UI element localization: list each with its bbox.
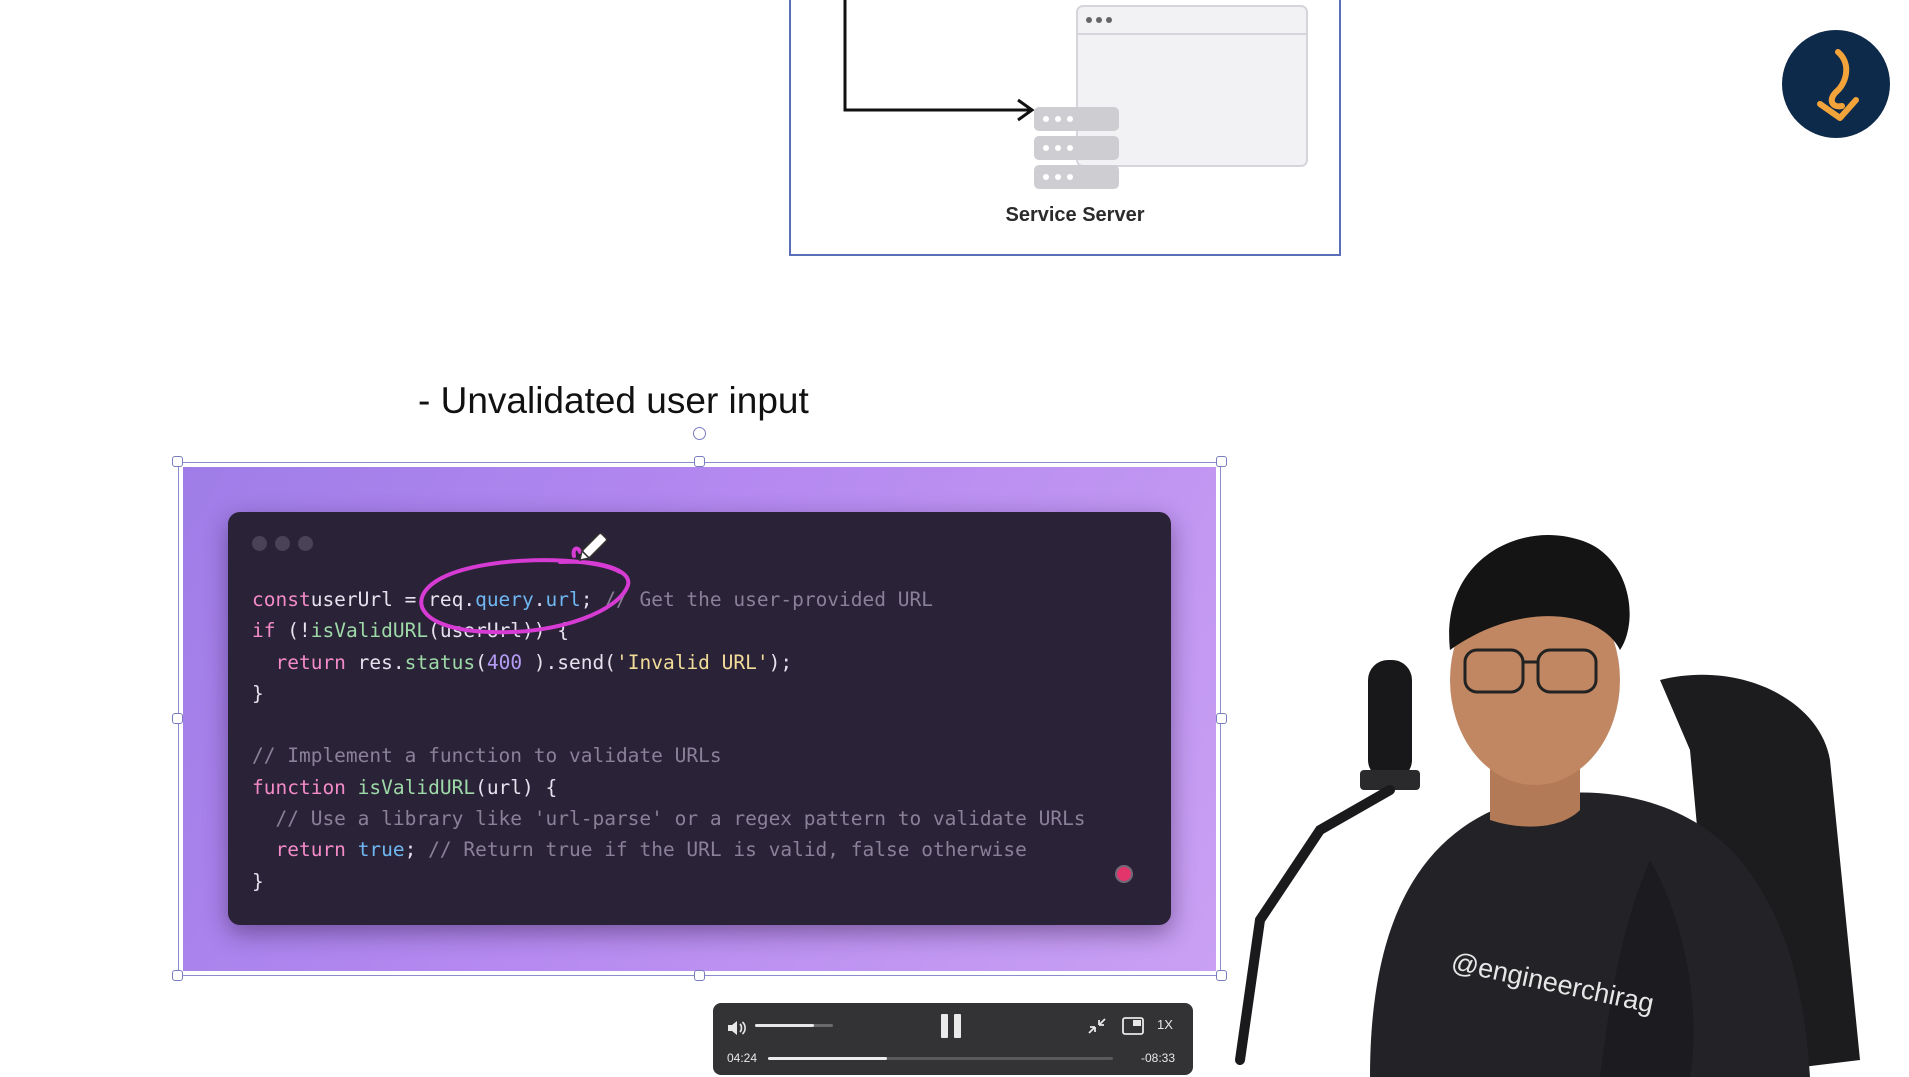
resize-handle-top-right[interactable] bbox=[1216, 456, 1227, 467]
volume-slider[interactable] bbox=[755, 1024, 833, 1027]
code-line: } bbox=[252, 866, 1086, 897]
code-token: ; bbox=[404, 838, 429, 862]
resize-handle-top[interactable] bbox=[694, 456, 705, 467]
window-dot-icon bbox=[298, 536, 313, 551]
code-token: ( bbox=[475, 650, 487, 674]
resize-handle-top-left[interactable] bbox=[172, 456, 183, 467]
code-token: // Use a library like 'url-parse' or a r… bbox=[275, 807, 1086, 831]
code-token: 400 bbox=[486, 650, 523, 674]
code-token: // Get the user-provided URL bbox=[604, 588, 933, 611]
code-token: res. bbox=[345, 650, 405, 674]
resize-handle-left[interactable] bbox=[172, 713, 183, 724]
picture-in-picture-icon[interactable] bbox=[1121, 1015, 1145, 1037]
presenter-video: @engineerchirag bbox=[1235, 534, 1860, 1077]
resize-handle-bottom[interactable] bbox=[694, 970, 705, 981]
code-token: ; bbox=[580, 588, 605, 611]
code-line: return res.status(400 ).send('Invalid UR… bbox=[252, 647, 1086, 678]
code-token: ).send( bbox=[522, 650, 616, 674]
microphone bbox=[1368, 660, 1412, 780]
rotate-handle[interactable] bbox=[693, 427, 706, 440]
code-token: . bbox=[533, 588, 546, 611]
recording-indicator-icon bbox=[1117, 867, 1131, 881]
code-token: status bbox=[404, 650, 476, 674]
code-token: if bbox=[252, 619, 276, 643]
code-token: (! bbox=[275, 619, 311, 643]
slide-heading: - Unvalidated user input bbox=[418, 380, 809, 421]
code-token: 'Invalid URL' bbox=[616, 650, 769, 674]
code-line: constuserUrl = req.query.url; // Get the… bbox=[252, 584, 1086, 615]
flow-arrow-line bbox=[843, 0, 1030, 112]
volume-icon[interactable] bbox=[725, 1017, 747, 1039]
volume-slider-fill bbox=[755, 1024, 814, 1027]
code-token: userUrl = req. bbox=[310, 588, 476, 611]
window-dot-icon bbox=[275, 536, 290, 551]
code-block: constuserUrl = req.query.url; // Get the… bbox=[252, 584, 1086, 897]
mic-arm bbox=[1235, 785, 1395, 1065]
code-token: (userUrl)) { bbox=[428, 619, 570, 643]
code-token: // Return true if the URL is valid, fals… bbox=[428, 838, 1027, 862]
code-token: return bbox=[275, 650, 346, 674]
remaining-time: -08:33 bbox=[1141, 1051, 1176, 1065]
code-token: function bbox=[252, 775, 346, 799]
code-token: (url) { bbox=[475, 775, 558, 799]
server-label: Service Server bbox=[1005, 204, 1145, 226]
exit-fullscreen-icon[interactable] bbox=[1085, 1015, 1109, 1037]
code-token: } bbox=[252, 681, 264, 705]
window-dot-icon bbox=[252, 536, 267, 551]
code-token: true bbox=[357, 838, 405, 862]
code-line: // Implement a function to validate URLs bbox=[252, 740, 1086, 771]
code-line: } bbox=[252, 678, 1086, 709]
code-token: // Implement a function to validate URLs bbox=[252, 744, 722, 768]
architecture-diagram bbox=[843, 0, 1308, 189]
code-line: function isValidURL(url) { bbox=[252, 772, 1086, 803]
elapsed-time: 04:24 bbox=[727, 1051, 758, 1065]
code-token: isValidURL bbox=[310, 619, 429, 643]
code-line: return true; // Return true if the URL i… bbox=[252, 834, 1086, 865]
code-token: return bbox=[275, 838, 346, 862]
code-token: ); bbox=[768, 650, 793, 674]
code-window: constuserUrl = req.query.url; // Get the… bbox=[228, 512, 1171, 925]
code-token: } bbox=[252, 869, 264, 893]
window-dots bbox=[252, 536, 313, 551]
pause-button[interactable] bbox=[941, 1014, 963, 1038]
playback-speed-button[interactable]: 1X bbox=[1157, 1017, 1173, 1032]
code-token: query bbox=[475, 588, 534, 611]
logo-mark-icon bbox=[1817, 49, 1859, 121]
resize-handle-bottom-left[interactable] bbox=[172, 970, 183, 981]
channel-logo bbox=[1782, 30, 1890, 138]
code-token: const bbox=[252, 588, 311, 611]
server-stack-icon bbox=[1034, 107, 1119, 189]
video-player-controls: 1X 04:24 -08:33 bbox=[713, 1003, 1193, 1075]
code-token: isValidURL bbox=[357, 775, 476, 799]
code-token: url bbox=[545, 588, 581, 611]
seek-bar[interactable] bbox=[768, 1057, 1113, 1060]
code-line: // Use a library like 'url-parse' or a r… bbox=[252, 803, 1086, 834]
seek-bar-fill bbox=[768, 1057, 888, 1060]
code-line: if (!isValidURL(userUrl)) { bbox=[252, 615, 1086, 646]
